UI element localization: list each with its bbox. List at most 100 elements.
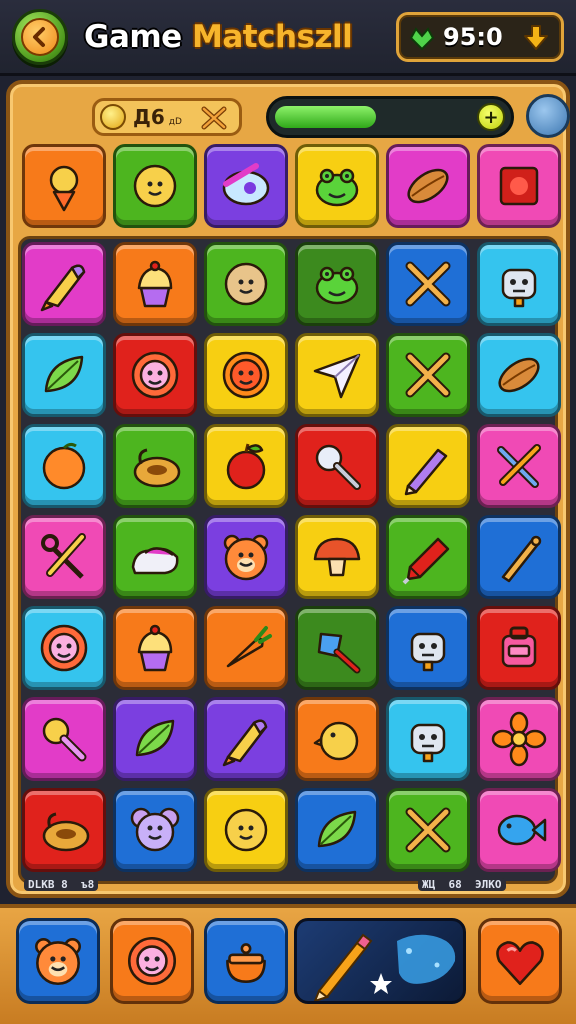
top-row-tile[interactable] [386, 144, 470, 228]
grid-tile[interactable] [295, 697, 379, 781]
eye-shell-icon [222, 163, 270, 206]
score-value: 95:0 [443, 23, 503, 51]
level-progress-bar: + [266, 96, 514, 138]
grid-tile[interactable] [22, 788, 106, 872]
scissors-icon [41, 533, 86, 579]
back-arrow-icon [21, 18, 59, 56]
robot-icon [410, 632, 446, 672]
top-row-tile[interactable] [22, 144, 106, 228]
settings-button[interactable] [526, 94, 570, 138]
grid-tile[interactable] [295, 515, 379, 599]
apple-icon [226, 443, 266, 490]
gem-icon [409, 27, 435, 51]
tools-icon [497, 444, 541, 488]
grid-tile[interactable] [386, 788, 470, 872]
pencil-star-icon [313, 933, 456, 1001]
grid-tile[interactable] [386, 697, 470, 781]
grid-tile[interactable] [477, 606, 561, 690]
space-booster-panel[interactable] [294, 918, 466, 1004]
grid-tile[interactable] [477, 333, 561, 417]
top-row-tile[interactable] [113, 144, 197, 228]
grid-tile[interactable] [113, 606, 197, 690]
rattle-icon [42, 717, 87, 762]
add-moves-button[interactable]: + [477, 103, 505, 131]
grid-tile[interactable] [386, 242, 470, 326]
crossed-sticks-icon [405, 261, 451, 307]
grid-tile[interactable] [22, 424, 106, 508]
grid-tile[interactable] [113, 333, 197, 417]
rocket-icon [40, 264, 86, 312]
grid-tile[interactable] [22, 606, 106, 690]
paper-plane-icon [313, 353, 361, 399]
grid-tile[interactable] [22, 515, 106, 599]
grid-tile[interactable] [22, 697, 106, 781]
grid-tile[interactable] [477, 515, 561, 599]
grid-tile[interactable] [386, 424, 470, 508]
booster-tile[interactable] [110, 918, 194, 1004]
bottom-left-label-b: ъ8 [81, 878, 95, 891]
top-row-tile[interactable] [204, 144, 288, 228]
progress-fill [275, 106, 376, 128]
pot-icon [226, 943, 266, 983]
title-word-match: Matchszll [191, 19, 353, 55]
cookie-icon [224, 262, 268, 306]
bottom-right-label-b: 68 [448, 878, 462, 891]
bear-icon [223, 534, 269, 581]
crossed-tools-icon[interactable] [199, 105, 229, 131]
bottom-right-label: ЖЦ 68 ЭЛКО [418, 878, 506, 891]
grid-tile[interactable] [386, 515, 470, 599]
grid-tile[interactable] [295, 333, 379, 417]
grid-tile[interactable] [477, 242, 561, 326]
grid-tile[interactable] [295, 788, 379, 872]
mushroom-icon [313, 537, 361, 577]
grid-tile[interactable] [204, 333, 288, 417]
top-row-tile[interactable] [477, 144, 561, 228]
grid-tile[interactable] [204, 515, 288, 599]
grid-tile[interactable] [113, 424, 197, 508]
grid-tile[interactable] [295, 606, 379, 690]
grid-tile[interactable] [477, 424, 561, 508]
cupcake-icon [137, 624, 173, 672]
drill-icon [402, 537, 450, 585]
coin-counter: Д6 дD [92, 98, 242, 136]
grid-tile[interactable] [113, 242, 197, 326]
grid-tile[interactable] [295, 424, 379, 508]
sun-rocket-icon [49, 165, 79, 212]
fish-icon [497, 814, 547, 846]
booster-tile[interactable] [16, 918, 100, 1004]
top-row-tile[interactable] [295, 144, 379, 228]
bottom-right-label-c: ЭЛКО [475, 878, 502, 891]
grid-tile[interactable] [113, 788, 197, 872]
grid-tile[interactable] [295, 242, 379, 326]
download-arrow-icon[interactable] [521, 23, 551, 53]
grid-tile[interactable] [113, 697, 197, 781]
magnifier-icon [315, 444, 361, 490]
grid-tile[interactable] [204, 697, 288, 781]
grid-tile[interactable] [477, 697, 561, 781]
score-box: 95:0 [396, 12, 564, 62]
grid-tile[interactable] [477, 788, 561, 872]
grid-tile[interactable] [204, 606, 288, 690]
bear-icon [35, 938, 81, 986]
lock-icon [133, 448, 181, 488]
booster-tile[interactable] [204, 918, 288, 1004]
grid-tile[interactable] [386, 333, 470, 417]
grid-tile[interactable] [386, 606, 470, 690]
board-panel: Д6 дD + DLKB 8 ъ8 ЖЦ 68 ЭЛКО [6, 80, 570, 898]
back-button[interactable] [12, 9, 68, 65]
grid-tile[interactable] [204, 788, 288, 872]
pencil-icon [404, 448, 448, 496]
grid-tile[interactable] [204, 424, 288, 508]
chick-icon [313, 721, 359, 761]
cupcake-icon [137, 260, 173, 308]
grid-tile[interactable] [113, 515, 197, 599]
grid-tile[interactable] [22, 333, 106, 417]
booster-tile[interactable] [478, 918, 562, 1004]
carrot-icon [226, 626, 272, 668]
smiley-icon [224, 808, 268, 852]
lock-icon [42, 812, 90, 852]
coin-suffix: дD [168, 117, 182, 127]
bat-icon [501, 535, 542, 583]
grid-tile[interactable] [204, 242, 288, 326]
grid-tile[interactable] [22, 242, 106, 326]
